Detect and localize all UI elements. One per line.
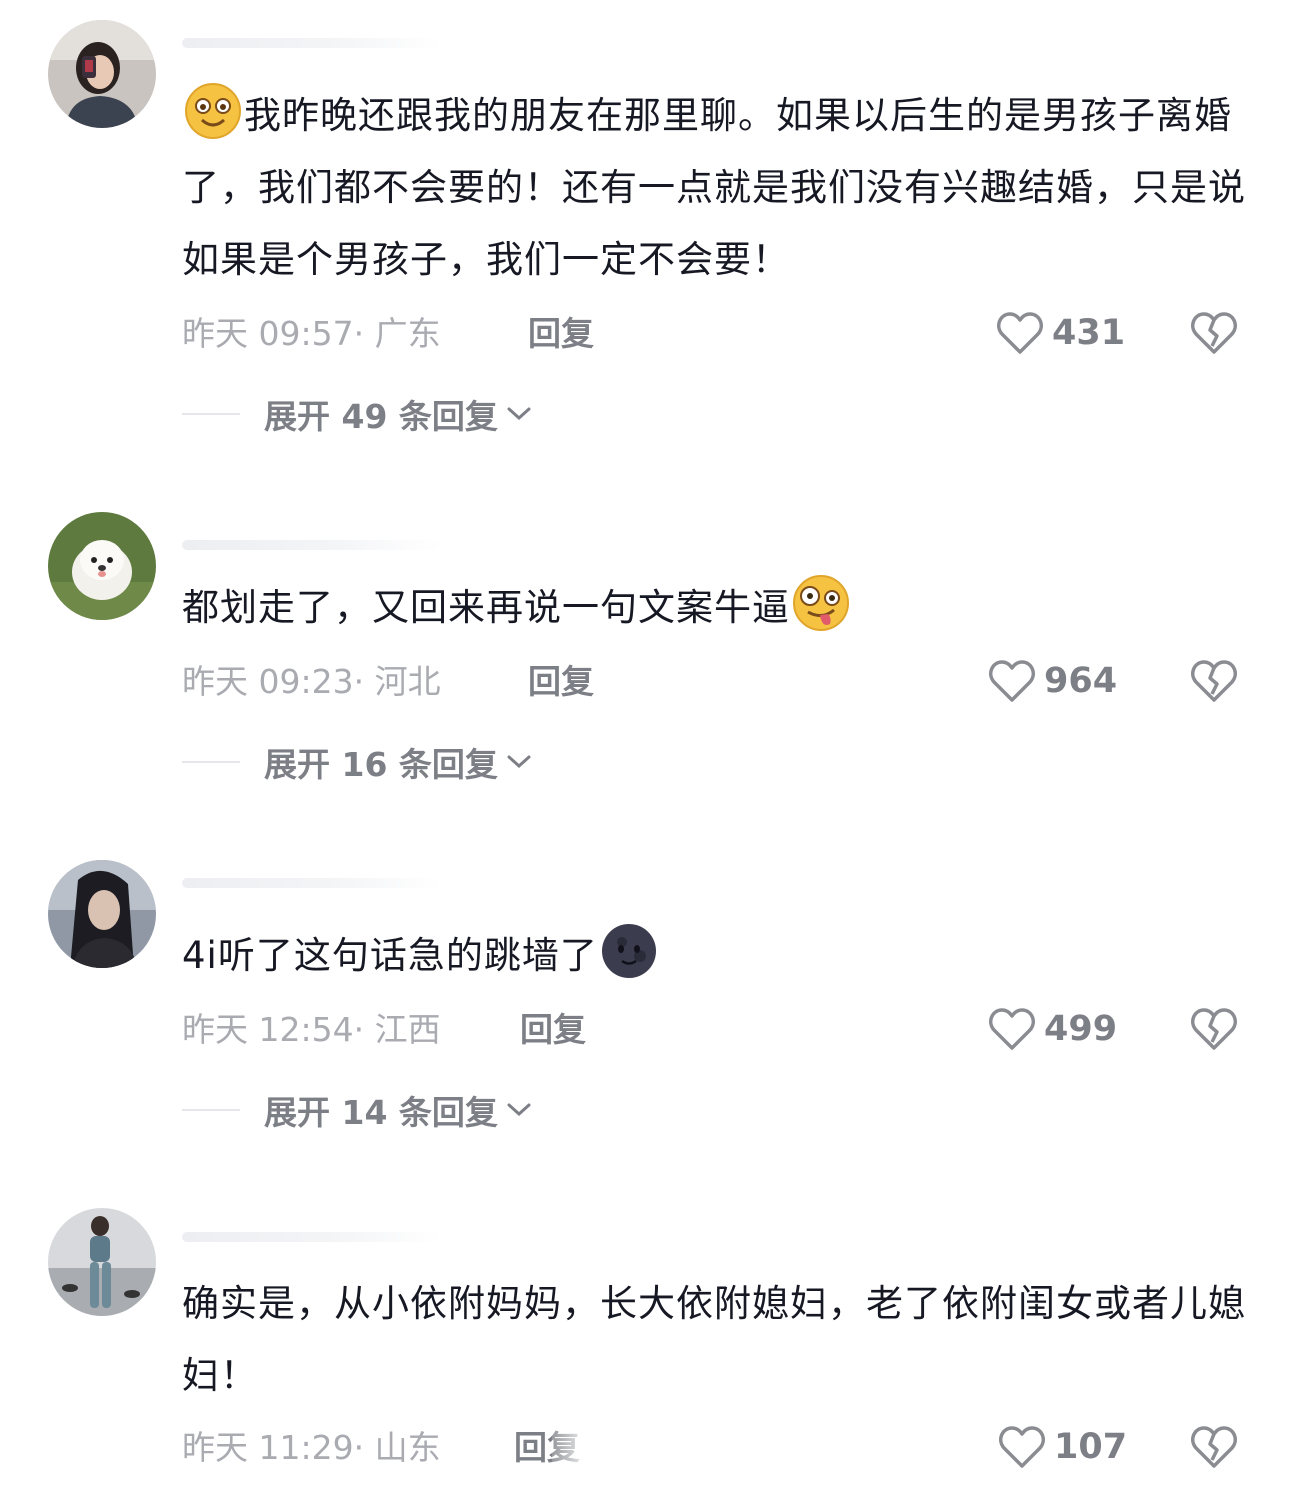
- expand-replies[interactable]: 展开 14 条回复: [182, 1088, 532, 1132]
- avatar[interactable]: [48, 512, 156, 620]
- broken-heart-icon[interactable]: [1190, 658, 1238, 704]
- broken-heart-icon[interactable]: [1190, 1424, 1238, 1470]
- like-button[interactable]: 107: [998, 1422, 1127, 1472]
- divider-line: [182, 1109, 240, 1111]
- new-moon-face-emoji: [601, 924, 656, 978]
- comment-meta: 昨天 09:57· 广东 回复: [182, 312, 594, 356]
- comment-time-location: 昨天 09:57· 广东: [182, 314, 441, 353]
- comment-text: 都划走了，又回来再说一句文案牛逼: [182, 572, 1247, 644]
- comment-text: 我昨晚还跟我的朋友在那里聊。如果以后生的是男孩子离婚了，我们都不会要的！还有一点…: [182, 80, 1247, 296]
- expand-replies-label: 展开 49 条回复: [264, 397, 498, 436]
- heart-outline-icon: [989, 660, 1035, 702]
- avatar[interactable]: [48, 1208, 156, 1316]
- username[interactable]: [182, 1226, 442, 1246]
- comment-time-location: 昨天 09:23· 河北: [182, 662, 441, 701]
- comment-meta: 昨天 12:54· 江西 回复: [182, 1008, 586, 1052]
- divider-line: [182, 761, 240, 763]
- comment-text-content: 4i听了这句话急的跳墙了: [182, 934, 598, 977]
- like-count: 431: [1052, 313, 1126, 353]
- chevron-down-icon: [507, 407, 531, 421]
- broken-heart-icon[interactable]: [1190, 310, 1238, 356]
- like-button[interactable]: 499: [988, 1004, 1117, 1054]
- comment-text: 确实是，从小依附妈妈，长大依附媳妇，老了依附闺女或者儿媳妇！: [182, 1268, 1247, 1412]
- watermark-overlay: [552, 1428, 742, 1474]
- flushed-smile-emoji: [185, 83, 241, 139]
- expand-replies-label: 展开 14 条回复: [264, 1093, 498, 1132]
- like-button[interactable]: 431: [996, 308, 1125, 358]
- username[interactable]: [182, 534, 442, 554]
- like-count: 964: [1044, 661, 1118, 701]
- heart-outline-icon: [989, 1008, 1035, 1050]
- expand-replies[interactable]: 展开 49 条回复: [182, 392, 532, 436]
- comment-text-content: 都划走了，又回来再说一句文案牛逼: [182, 586, 790, 629]
- avatar[interactable]: [48, 860, 156, 968]
- broken-heart-icon[interactable]: [1190, 1006, 1238, 1052]
- comment-meta: 昨天 11:29· 山东 回复: [182, 1426, 580, 1470]
- like-count: 107: [1054, 1427, 1128, 1467]
- expand-replies-label: 展开 16 条回复: [264, 745, 498, 784]
- zany-face-emoji: [793, 575, 849, 631]
- username[interactable]: [182, 872, 442, 892]
- heart-outline-icon: [997, 312, 1043, 354]
- reply-button[interactable]: 回复: [528, 660, 594, 704]
- comment-meta: 昨天 09:23· 河北 回复: [182, 660, 594, 704]
- reply-button[interactable]: 回复: [520, 1008, 586, 1052]
- comment-text-content: 我昨晚还跟我的朋友在那里聊。如果以后生的是男孩子离婚了，我们都不会要的！还有一点…: [182, 94, 1246, 281]
- username[interactable]: [182, 32, 442, 52]
- avatar[interactable]: [48, 20, 156, 128]
- comment-text-content: 确实是，从小依附妈妈，长大依附媳妇，老了依附闺女或者儿媳妇！: [182, 1282, 1246, 1397]
- heart-outline-icon: [999, 1426, 1045, 1468]
- divider-line: [182, 413, 240, 415]
- like-button[interactable]: 964: [988, 656, 1117, 706]
- comment-time-location: 昨天 11:29· 山东: [182, 1428, 441, 1467]
- comment-text: 4i听了这句话急的跳墙了: [182, 920, 1247, 992]
- like-count: 499: [1044, 1009, 1118, 1049]
- chevron-down-icon: [507, 1103, 531, 1117]
- reply-button[interactable]: 回复: [528, 312, 594, 356]
- chevron-down-icon: [507, 755, 531, 769]
- comment-time-location: 昨天 12:54· 江西: [182, 1010, 441, 1049]
- expand-replies[interactable]: 展开 16 条回复: [182, 740, 532, 784]
